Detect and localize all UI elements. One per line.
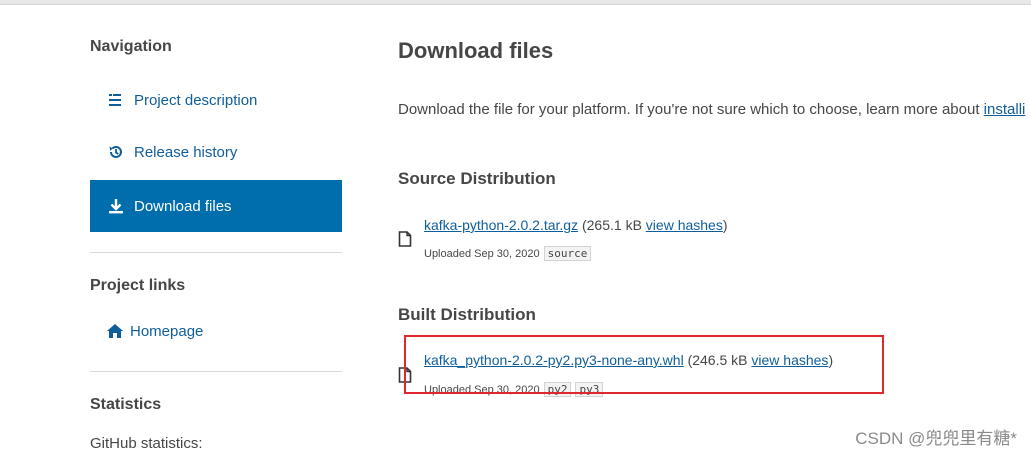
nav-item-project-description[interactable]: Project description (90, 74, 342, 126)
sidebar-divider (90, 252, 342, 253)
download-icon (106, 196, 126, 216)
intro-text-body: Download the file for your platform. If … (398, 101, 984, 118)
navigation-heading: Navigation (90, 38, 172, 55)
page-title: Download files (398, 38, 554, 63)
source-view-hashes-link[interactable]: view hashes (646, 217, 723, 233)
history-icon (106, 142, 126, 162)
sidebar-divider (90, 371, 342, 372)
intro-text: Download the file for your platform. If … (398, 101, 1025, 118)
source-distribution-title: Source Distribution (398, 169, 556, 188)
red-highlight-box (404, 335, 884, 394)
built-distribution-title: Built Distribution (398, 305, 536, 324)
source-upload-meta: Uploaded Sep 30, 2020 source (424, 246, 592, 261)
nav-item-release-history[interactable]: Release history (90, 126, 342, 178)
installing-link[interactable]: installi (984, 101, 1026, 118)
close-paren: ) (722, 217, 728, 233)
nav-item-label: Project description (134, 91, 258, 109)
project-links-heading: Project links (90, 277, 186, 294)
source-file-line: kafka-python-2.0.2.tar.gz (265.1 kB view… (424, 217, 728, 233)
source-file-link[interactable]: kafka-python-2.0.2.tar.gz (424, 217, 578, 233)
nav-item-download-files[interactable]: Download files (90, 180, 342, 232)
align-left-icon (106, 90, 126, 110)
nav-item-label: Download files (134, 197, 232, 215)
home-icon (106, 322, 124, 340)
statistics-heading: Statistics (90, 396, 162, 413)
source-file-size: (265.1 kB (578, 217, 646, 233)
nav-item-label: Release history (134, 143, 238, 161)
homepage-label: Homepage (130, 322, 204, 340)
csdn-watermark: CSDN @兜兜里有糖* (855, 429, 1017, 448)
upload-date: Uploaded Sep 30, 2020 (424, 247, 540, 260)
file-icon (398, 231, 412, 247)
homepage-link[interactable]: Homepage (106, 322, 203, 340)
source-tag: source (543, 246, 592, 261)
sidebar: Navigation Project description Release h… (90, 0, 342, 453)
github-statistics-label: GitHub statistics: (90, 435, 203, 452)
